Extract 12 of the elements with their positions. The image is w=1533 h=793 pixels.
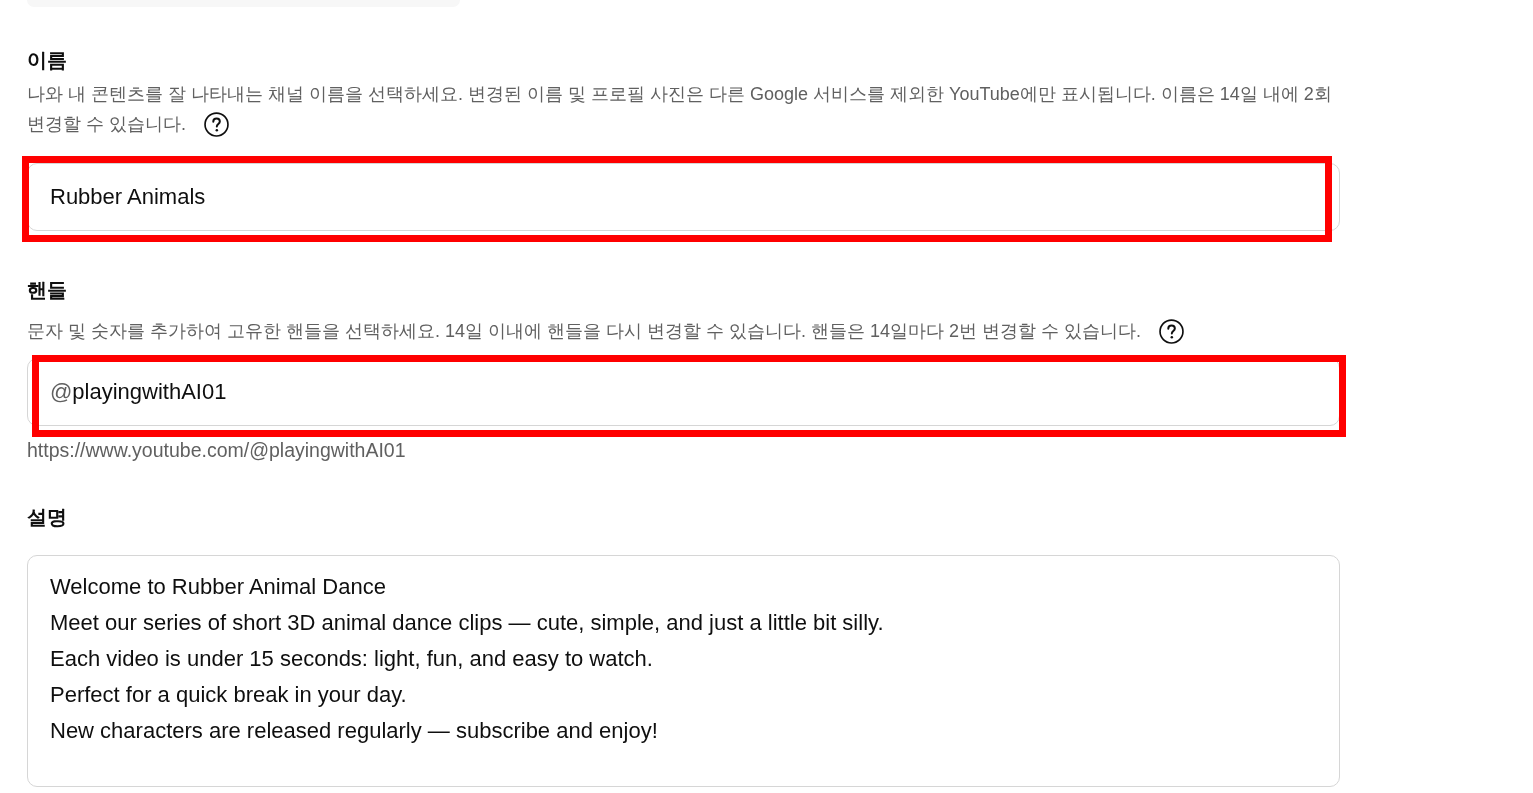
help-text: 변경할 수 있습니다.	[27, 113, 186, 136]
help-icon[interactable]	[204, 111, 229, 137]
help-text: 나와 내 콘텐츠를 잘 나타내는 채널 이름을 선택하세요. 변경된 이름 및 프로필 사진은 다른 Google 서비스를 제외한 YouTube에만 표시됩니다. 이름은 14일 내에 2회	[27, 83, 1332, 106]
channel-url: https://www.youtube.com/@playingwithAI01	[27, 438, 407, 462]
description-field[interactable]: Welcome to Rubber Animal Dance Meet our series of short 3D animal dance clips — cute, simple, and just a little bit silly. Each video is under 15 seconds: light, fun, and easy to watch. Perfect for a quick break in your day. New characters are released regularly — subscribe and enjoy!	[27, 555, 1340, 787]
help-icon[interactable]	[1159, 318, 1185, 344]
field-label: 이름	[27, 48, 68, 73]
help-text: 문자 및 숫자를 추가하여 고유한 핸들을 선택하세요. 14일 이내에 핸들을 다시 변경할 수 있습니다. 핸들은 14일마다 2번 변경할 수 있습니다.	[27, 320, 1142, 343]
field-label: 핸들	[27, 278, 68, 303]
handle-field[interactable]: @playingwithAI01	[27, 358, 1340, 426]
name-field[interactable]: Rubber Animals	[27, 163, 1340, 231]
field-label: 설명	[27, 505, 68, 530]
